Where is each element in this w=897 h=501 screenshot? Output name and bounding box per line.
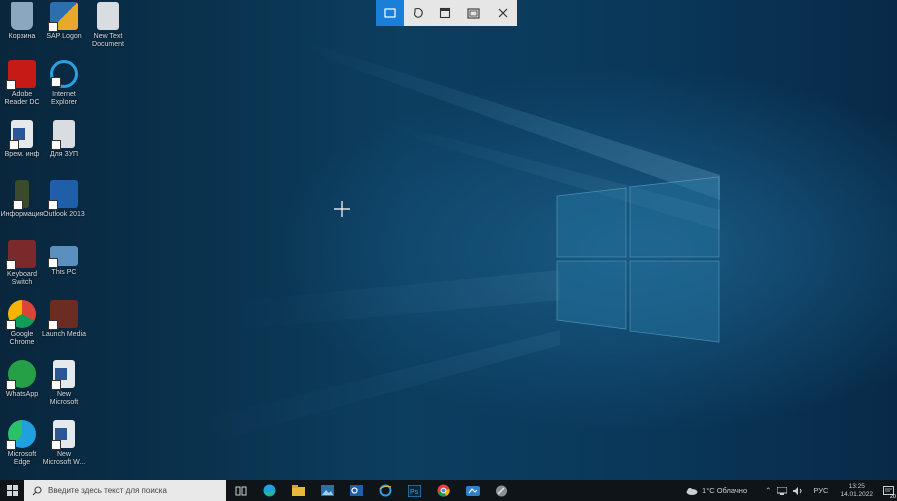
keyboard-switch-icon[interactable]: Keyboard Switch — [0, 240, 44, 287]
volume-icon[interactable] — [793, 486, 803, 495]
taskbar-app-1[interactable] — [458, 480, 487, 501]
taskbar-photos[interactable] — [313, 480, 342, 501]
freeform-snip-button[interactable] — [404, 0, 432, 26]
window-snip-button[interactable] — [432, 0, 460, 26]
crosshair-cursor-icon — [334, 201, 350, 217]
fullscreen-icon — [467, 7, 480, 19]
phone-app-icon[interactable]: Информация — [0, 180, 44, 219]
taskbar-search-box[interactable]: Введите здесь текст для поиска — [24, 480, 226, 501]
acrobat-icon[interactable]: Adobe Reader DC — [0, 60, 44, 107]
clock[interactable]: 13:25 14.01.2022 — [840, 483, 873, 499]
photoshop-icon: Ps — [408, 484, 421, 497]
windows-logo — [556, 176, 720, 343]
chrome-icon — [437, 484, 450, 497]
snip-toolbar — [376, 0, 517, 26]
language-indicator[interactable]: РУС — [813, 486, 828, 495]
weather-text: 1°C Облачно — [702, 486, 748, 495]
folder-icon — [292, 485, 305, 496]
chrome-icon[interactable]: Google Chrome — [0, 300, 44, 347]
rectangular-snip-button[interactable] — [376, 0, 404, 26]
start-button[interactable] — [0, 480, 24, 501]
taskbar-edge[interactable] — [255, 480, 284, 501]
edge-icon — [263, 484, 276, 497]
new-text-document-icon[interactable]: New Text Document — [86, 2, 130, 49]
tray-chevron-icon[interactable]: ⌃ — [765, 486, 771, 495]
notification-center-button[interactable]: 20 — [879, 480, 897, 501]
network-icon[interactable] — [777, 486, 788, 495]
launch-media-icon[interactable]: Launch Media — [42, 300, 86, 339]
sap-logon-icon[interactable]: SAP Logon — [42, 2, 86, 41]
word-new-document-icon[interactable]: New Microsoft — [42, 360, 86, 407]
windows-start-icon — [6, 485, 18, 496]
search-placeholder: Введите здесь текст для поиска — [48, 486, 167, 495]
taskbar-file-explorer[interactable] — [284, 480, 313, 501]
word-document-icon[interactable]: Врем. инф — [0, 120, 44, 159]
recycle-bin-icon[interactable]: Корзина — [0, 2, 44, 41]
internet-explorer-icon — [379, 484, 392, 497]
window-icon — [440, 7, 451, 19]
taskbar-chrome[interactable] — [429, 480, 458, 501]
whatsapp-icon[interactable]: WhatsApp — [0, 360, 44, 399]
outlook-icon — [350, 485, 363, 496]
rectangle-icon — [384, 8, 396, 18]
freeform-icon — [413, 8, 423, 18]
taskbar-outlook[interactable] — [342, 480, 371, 501]
close-snip-button[interactable] — [489, 0, 517, 26]
task-view-button[interactable] — [226, 480, 255, 501]
internet-explorer-icon[interactable]: Internet Explorer — [42, 60, 86, 107]
system-tray: 1°C Облачно ⌃ РУС 13:25 14.01.2022 20 — [686, 480, 897, 501]
task-view-icon — [235, 486, 246, 495]
this-pc-icon[interactable]: This PC — [42, 240, 86, 277]
app-icon — [465, 485, 480, 496]
edge-icon[interactable]: Microsoft Edge — [0, 420, 44, 467]
svg-text:Ps: Ps — [410, 489, 419, 496]
clock-time: 13:25 — [848, 482, 865, 490]
app-icon-2 — [496, 485, 507, 496]
photos-icon — [321, 485, 334, 496]
file-document-icon[interactable]: Для ЗУП — [42, 120, 86, 159]
taskbar-internet-explorer[interactable] — [371, 480, 400, 501]
clock-date: 14.01.2022 — [840, 490, 873, 498]
close-icon — [498, 8, 508, 18]
fullscreen-snip-button[interactable] — [459, 0, 487, 26]
taskbar-photoshop[interactable]: Ps — [400, 480, 429, 501]
notification-count: 20 — [889, 494, 896, 500]
desktop-wallpaper — [200, 40, 720, 440]
outlook-icon[interactable]: Outlook 2013 — [42, 180, 86, 219]
taskbar-app-2[interactable] — [487, 480, 516, 501]
search-icon — [32, 485, 42, 495]
cloud-icon — [686, 487, 698, 495]
taskbar: Введите здесь текст для поиска Ps 1°C Об… — [0, 480, 897, 501]
word-new-document-2-icon[interactable]: New Microsoft W... — [42, 420, 86, 467]
weather-widget[interactable]: 1°C Облачно — [686, 486, 747, 495]
